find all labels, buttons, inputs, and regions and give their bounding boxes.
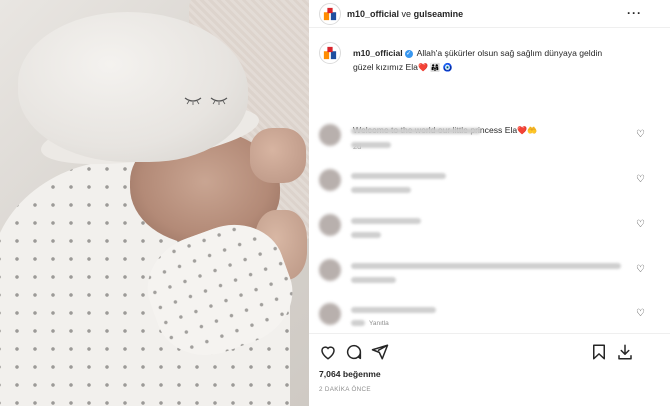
caption-author-avatar[interactable] <box>319 42 341 64</box>
comment-avatar[interactable] <box>319 169 341 191</box>
comment-text-blurred <box>351 307 436 313</box>
caption-line-1: Allah'a şükürler olsun sağ sağlım dünyay… <box>416 48 603 58</box>
header-joiner: ve <box>401 9 412 19</box>
comment-avatar[interactable] <box>319 124 341 146</box>
m10-logo-icon <box>323 46 337 60</box>
comment-text-blurred <box>351 173 446 179</box>
comment-item: ♡ <box>319 214 659 244</box>
comment-like-heart-icon[interactable]: ♡ <box>636 308 645 319</box>
instagram-post-modal: m10_official ve gulseamine ··· m10_offic… <box>0 0 670 406</box>
like-count[interactable]: 7,064 beğenme <box>319 369 381 379</box>
bookmark-icon[interactable] <box>590 343 608 361</box>
comment-item: ♡ <box>319 259 659 289</box>
comment-meta-blurred <box>351 320 365 326</box>
comment-text-blurred <box>351 218 421 224</box>
post-age: 2 DAKİKA ÖNCE <box>319 386 371 393</box>
author-username-link[interactable]: m10_official <box>347 9 399 19</box>
comment-like-heart-icon[interactable]: ♡ <box>636 174 645 185</box>
comment-like-heart-icon[interactable]: ♡ <box>636 129 645 140</box>
comment-item: Yanıtla ♡ <box>319 303 659 333</box>
comment-meta-blurred <box>351 232 381 238</box>
comment-icon[interactable] <box>345 343 363 361</box>
collaborator-username-link[interactable]: gulseamine <box>414 9 464 19</box>
comment-like-heart-icon[interactable]: ♡ <box>636 264 645 275</box>
comment-meta-blurred <box>351 277 396 283</box>
caption-author-link[interactable]: m10_official <box>353 48 403 58</box>
photo-baby-hand <box>250 128 306 183</box>
heart-icon[interactable] <box>319 343 337 361</box>
more-horizontal-icon[interactable]: ··· <box>627 6 642 20</box>
comment-avatar[interactable] <box>319 214 341 236</box>
caption-text: m10_official ✓ Allah'a şükürler olsun sağ… <box>353 46 653 75</box>
evil-eye-emoji: 🧿 <box>442 63 453 72</box>
comment-like-heart-icon[interactable]: ♡ <box>636 219 645 230</box>
comment-avatar[interactable] <box>319 259 341 281</box>
comment-meta-blurred <box>351 187 411 193</box>
comment-text-blurred <box>351 128 481 134</box>
post-photo[interactable] <box>0 0 309 406</box>
comment-meta-blurred <box>351 142 391 148</box>
author-avatar[interactable] <box>319 3 341 25</box>
comment-item: ♡ <box>319 169 659 199</box>
comment-reply-link[interactable]: Yanıtla <box>369 320 389 327</box>
comment-text-blurred <box>351 263 621 269</box>
family-emoji: 👨‍👩‍👧 <box>430 63 441 72</box>
download-icon[interactable] <box>616 343 634 361</box>
caption-line-2: güzel kızımız Ela <box>353 62 418 72</box>
comment-avatar[interactable] <box>319 303 341 325</box>
post-action-bar <box>309 333 670 367</box>
heart-emoji: ❤️ <box>417 63 428 72</box>
verified-badge-icon: ✓ <box>404 49 413 58</box>
hat-lashes-embroidery-icon <box>184 97 228 105</box>
post-header: m10_official ve gulseamine ··· <box>309 0 670 28</box>
m10-logo-icon <box>323 7 337 21</box>
post-sidebar: m10_official ve gulseamine ··· m10_offic… <box>309 0 670 406</box>
share-icon[interactable] <box>371 343 389 361</box>
comment-item: ♡ <box>319 124 659 154</box>
post-header-title: m10_official ve gulseamine <box>347 9 463 19</box>
